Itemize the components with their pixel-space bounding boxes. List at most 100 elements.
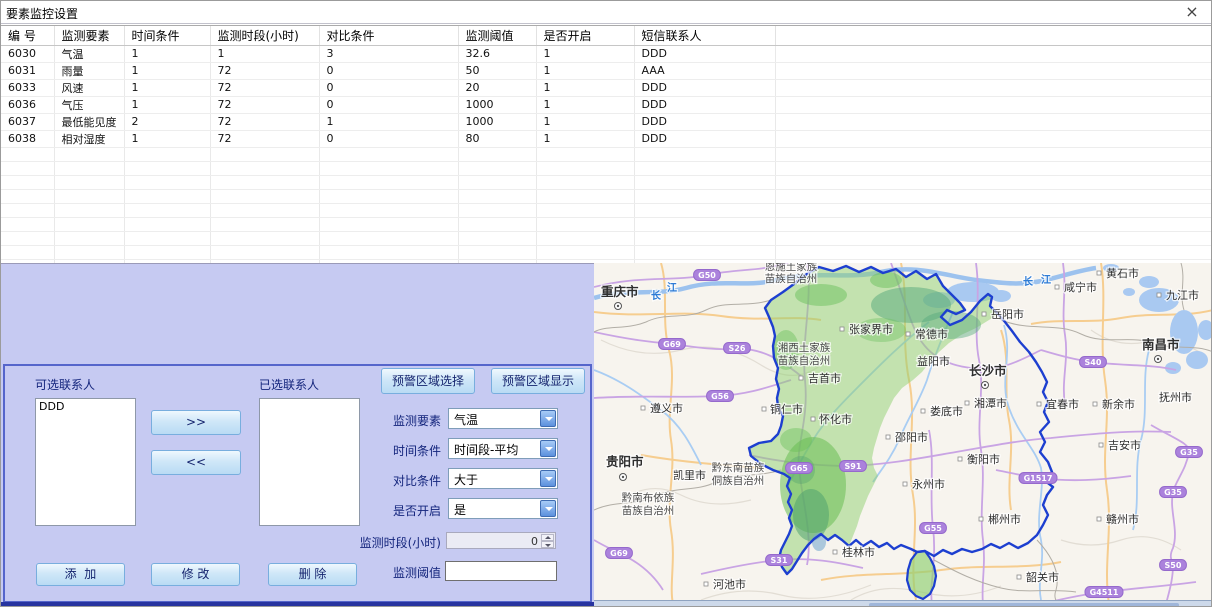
table-cell [458,189,536,203]
capital-city-marker-dot-icon [617,305,619,307]
table-cell [54,161,124,175]
map-scrollbar[interactable] [594,600,1212,607]
table-cell: 6031 [1,62,54,79]
table-cell [536,245,634,259]
threshold-input[interactable] [445,561,557,581]
table-cell [775,79,1212,96]
table-cell [634,161,775,175]
table-cell [124,147,210,161]
table-cell [775,231,1212,245]
table-cell [775,175,1212,189]
table-cell: 2 [124,113,210,130]
table-cell: 1 [536,113,634,130]
time-condition-select[interactable]: 时间段-平均 [448,438,558,459]
city-label: 黄石市 [1106,266,1139,280]
dropdown-arrow-icon[interactable] [540,470,556,487]
river-label: 长 [1023,275,1034,288]
warning-region-select-button[interactable]: 预警区域选择 [381,368,475,394]
table-cell: 20 [458,79,536,96]
dropdown-arrow-icon[interactable] [540,500,556,517]
road-badge-label: G4511 [1090,588,1119,597]
table-cell [210,217,319,231]
table-header-cell[interactable]: 对比条件 [319,26,458,45]
panel-bottom-border [1,602,594,607]
table-cell: 1 [124,45,210,62]
map-scrollbar-thumb[interactable] [869,603,1179,607]
table-cell [1,161,54,175]
city-marker-icon [886,435,890,439]
capital-city-marker-dot-icon [984,384,986,386]
table-row[interactable]: 6038相对湿度1720801DDD [1,130,1212,147]
table-row[interactable]: 6030气温11332.61DDD [1,45,1212,62]
dropdown-arrow-icon[interactable] [540,440,556,457]
table-header-cell[interactable]: 短信联系人 [634,26,775,45]
settings-panel-region: 可选联系人 DDD 已选联系人 >> << 预警区域选择 预警区域显示 监测要素… [1,263,594,607]
close-icon[interactable]: × [1182,2,1202,22]
table-cell: 1 [319,113,458,130]
table-header-cell[interactable]: 是否开启 [536,26,634,45]
table-cell [54,147,124,161]
city-label: 赣州市 [1106,512,1139,526]
table-cell: 6037 [1,113,54,130]
table-header-cell[interactable]: 监测阈值 [458,26,536,45]
table-header-row: 编 号监测要素时间条件监测时段(小时)对比条件监测阈值是否开启短信联系人 [1,26,1212,45]
table-cell: 风速 [54,79,124,96]
table-cell [319,161,458,175]
map[interactable]: G50G69S26G56G65S91G55G1517S40G35G35S50G4… [594,263,1212,607]
table-empty-row [1,189,1212,203]
table-row[interactable]: 6033风速1720201DDD [1,79,1212,96]
available-contacts-list[interactable]: DDD [35,398,136,526]
window-title: 要素监控设置 [6,5,78,22]
enabled-select[interactable]: 是 [448,498,558,519]
table-header-cell[interactable]: 编 号 [1,26,54,45]
modify-button[interactable]: 修 改 [151,563,240,586]
move-left-button[interactable]: << [151,450,241,475]
city-label: 韶关市 [1026,570,1059,584]
table-cell: DDD [634,113,775,130]
add-button[interactable]: 添 加 [36,563,125,586]
city-label: 抚州市 [1159,390,1192,404]
table-header-cell[interactable] [775,26,1212,45]
river-label: 长 [651,289,662,302]
road-badge-label: S50 [1165,561,1182,570]
table-cell: 1 [124,96,210,113]
city-marker-icon [762,407,766,411]
table-header-cell[interactable]: 监测要素 [54,26,124,45]
table-header-cell[interactable]: 时间条件 [124,26,210,45]
table-cell [210,245,319,259]
table-cell [775,161,1212,175]
table-cell: 6036 [1,96,54,113]
warning-region-show-button[interactable]: 预警区域显示 [491,368,585,394]
dropdown-arrow-icon[interactable] [540,410,556,427]
city-marker-icon [799,376,803,380]
table-cell: 0 [319,96,458,113]
delete-button[interactable]: 删 除 [268,563,357,586]
table-cell [1,189,54,203]
prefecture-label: 恩施土家族苗族自治州 [765,263,818,285]
table-cell [319,245,458,259]
road-badge-label: S31 [771,556,788,565]
table-row[interactable]: 6036气压172010001DDD [1,96,1212,113]
spinner-up-icon[interactable] [541,534,554,541]
table-row[interactable]: 6037最低能见度272110001DDD [1,113,1212,130]
table-cell [536,189,634,203]
move-right-button[interactable]: >> [151,410,241,435]
city-label: 桂林市 [842,545,875,559]
table-row[interactable]: 6031雨量1720501AAA [1,62,1212,79]
table-cell [634,203,775,217]
table-cell [775,147,1212,161]
table-cell [210,161,319,175]
compare-condition-select[interactable]: 大于 [448,468,558,489]
table-header-cell[interactable]: 监测时段(小时) [210,26,319,45]
contact-list-item[interactable]: DDD [36,399,135,414]
period-hours-spinner[interactable]: 0 [446,532,556,549]
table-cell [210,189,319,203]
table-cell [124,217,210,231]
table-cell [124,175,210,189]
spinner-down-icon[interactable] [541,541,554,548]
table-cell: 气温 [54,45,124,62]
period-hours-value: 0 [531,535,538,548]
element-select[interactable]: 气温 [448,408,558,429]
table-cell [319,231,458,245]
table-cell [775,62,1212,79]
